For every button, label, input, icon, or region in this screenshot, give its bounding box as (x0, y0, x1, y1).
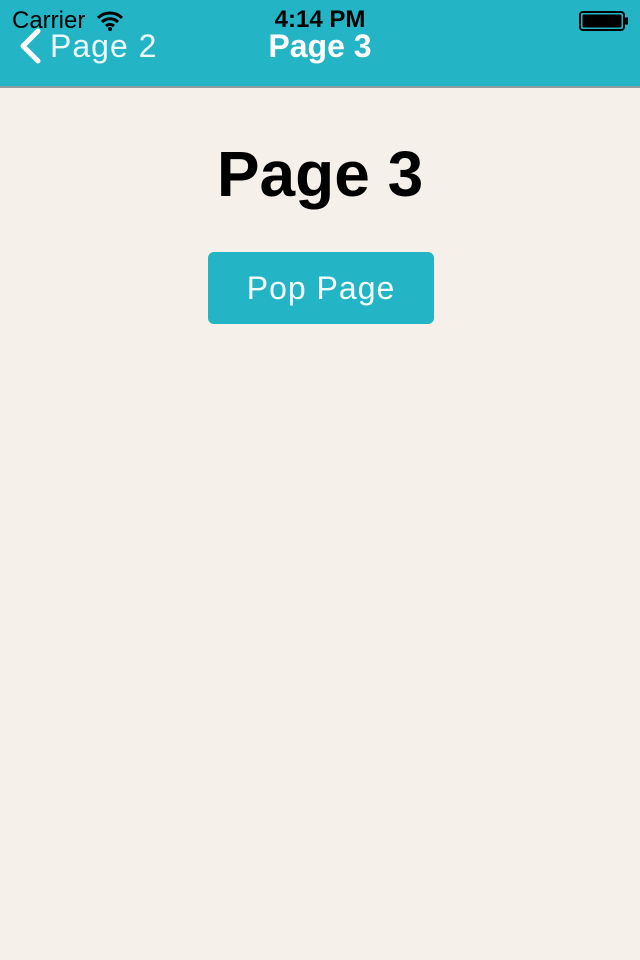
pop-page-button[interactable]: Pop Page (208, 252, 434, 324)
nav-title: Page 3 (268, 28, 372, 64)
page-heading: Page 3 (216, 138, 424, 210)
navigation-bar: Carrier 4:14 PM Page 2 Page 3 (0, 0, 640, 88)
